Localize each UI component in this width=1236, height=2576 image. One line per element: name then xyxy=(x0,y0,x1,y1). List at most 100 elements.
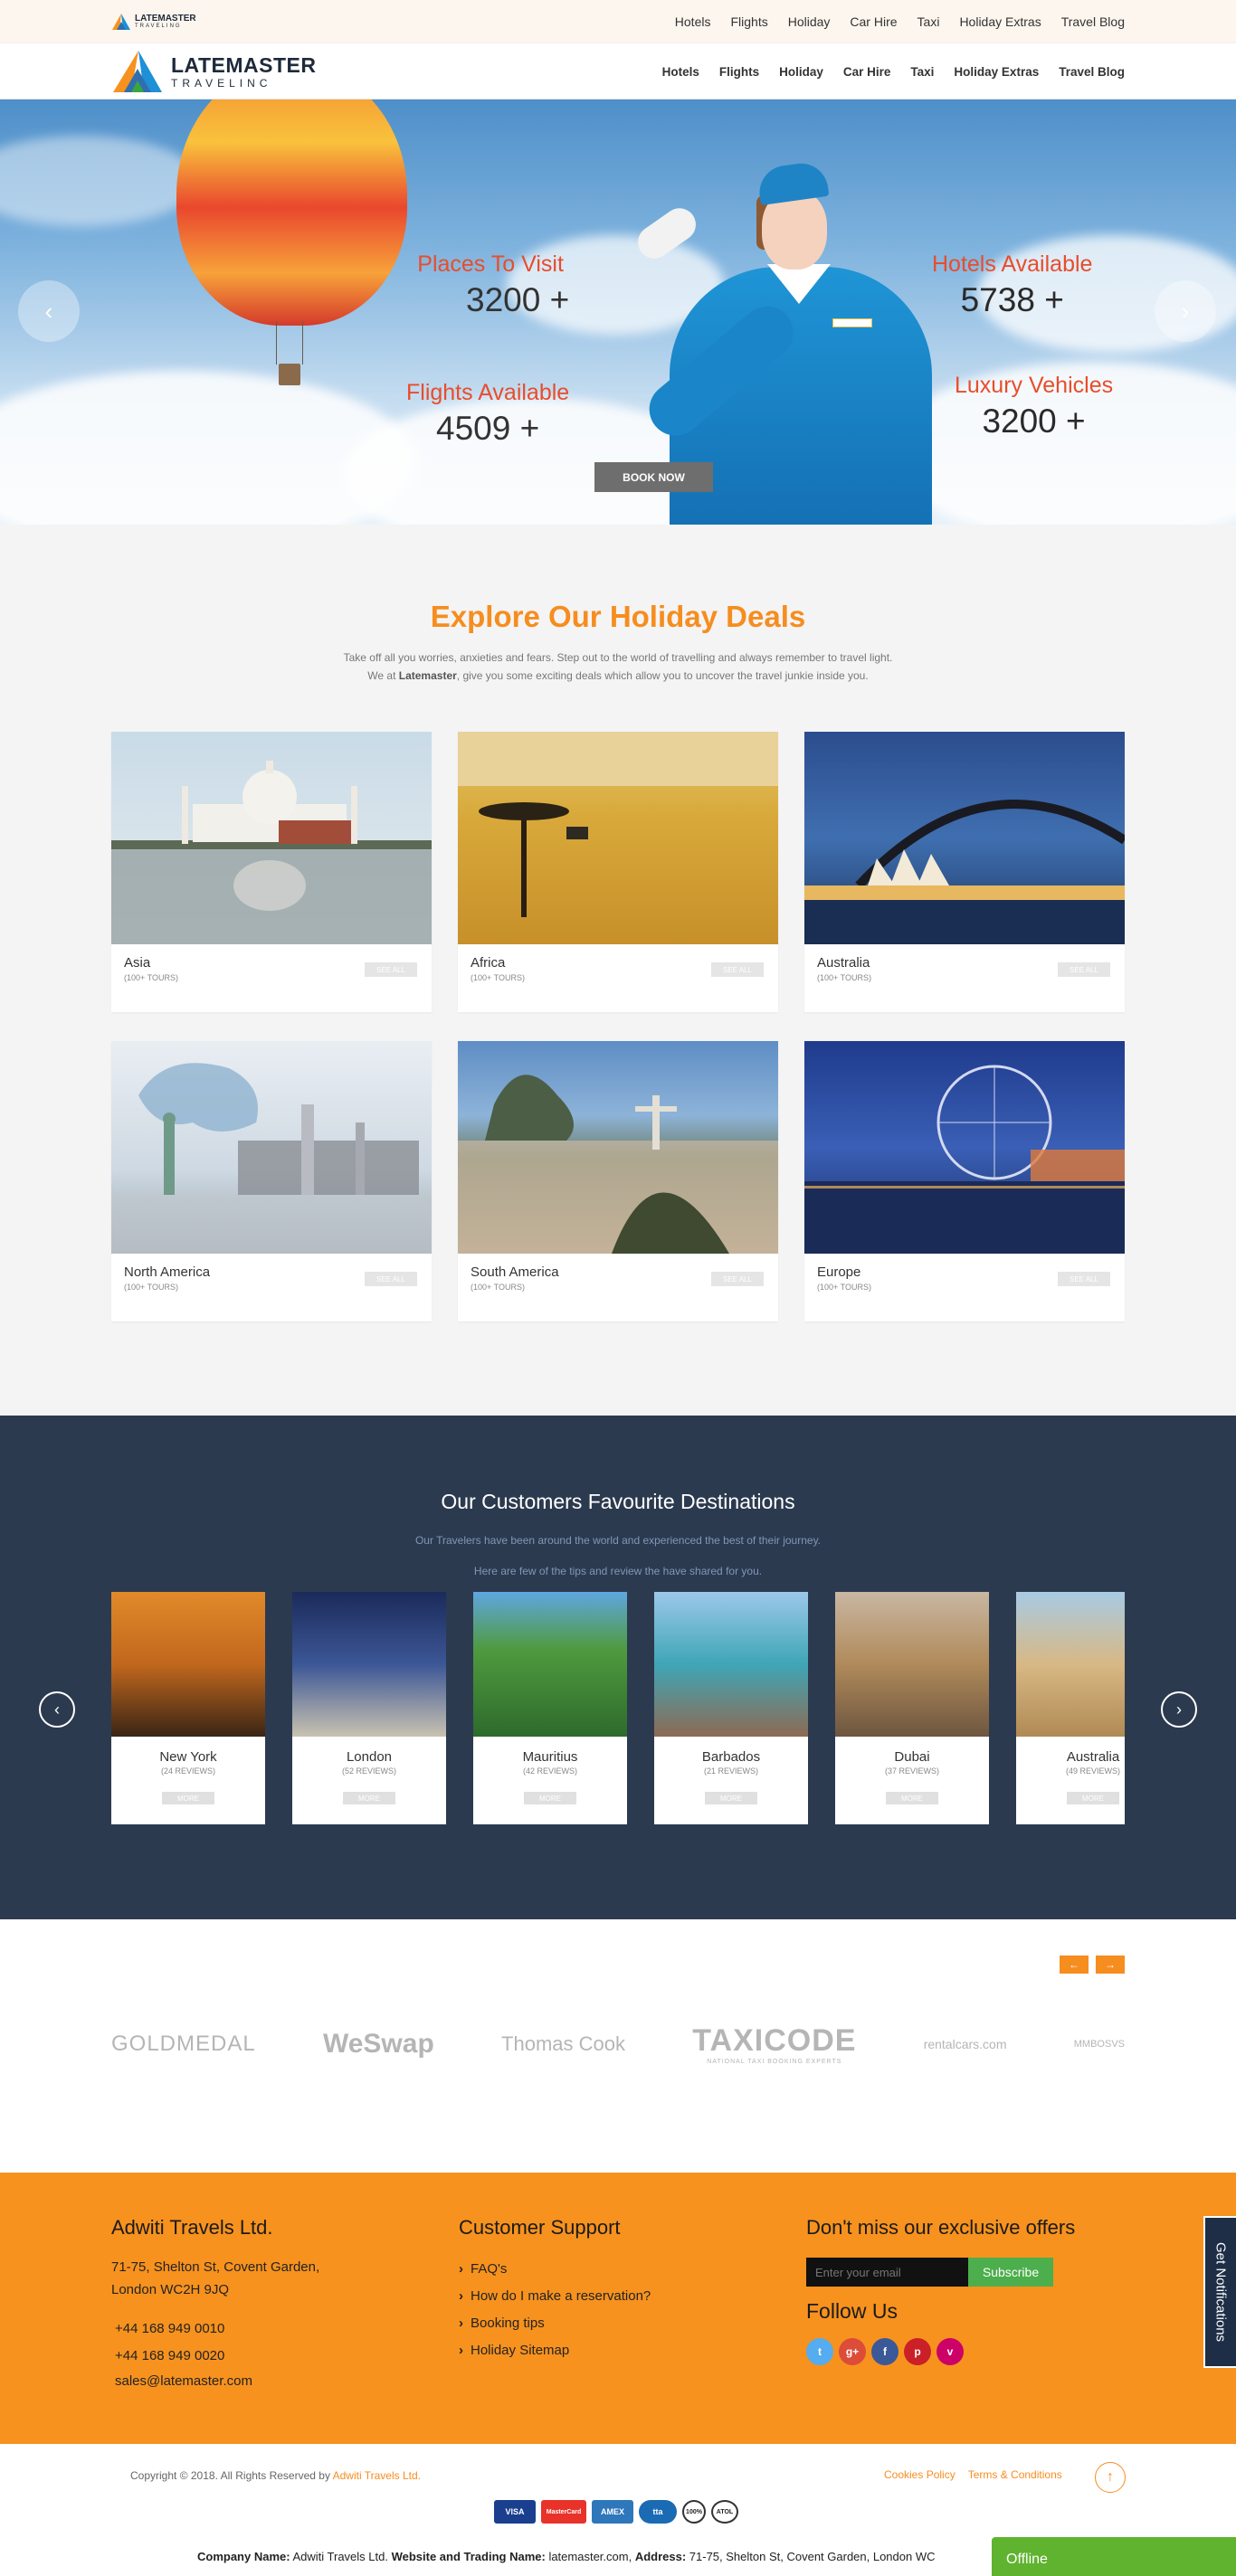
nav-car-hire[interactable]: Car Hire xyxy=(850,14,897,29)
more-button[interactable]: MORE xyxy=(162,1792,214,1804)
main-nav: Hotels Flights Holiday Car Hire Taxi Hol… xyxy=(662,65,1125,79)
see-all-button[interactable]: SEE ALL xyxy=(1058,1272,1110,1286)
deal-card-australia[interactable]: Australia (100+ TOURS) SEE ALL xyxy=(804,732,1125,1012)
more-button[interactable]: MORE xyxy=(524,1792,576,1804)
support-link-reservation[interactable]: How do I make a reservation? xyxy=(459,2283,806,2310)
nav-taxi[interactable]: Taxi xyxy=(917,14,940,29)
brand-sub: TRAVELING xyxy=(135,24,182,29)
more-button[interactable]: MORE xyxy=(343,1792,395,1804)
visa-logo: VISA xyxy=(494,2500,536,2524)
nav-hotels[interactable]: Hotels xyxy=(662,65,699,79)
more-button[interactable]: MORE xyxy=(705,1792,757,1804)
nav-taxi[interactable]: Taxi xyxy=(910,65,934,79)
fav-name: London xyxy=(346,1749,393,1765)
footer-offers-title: Don't miss our exclusive offers xyxy=(806,2216,1076,2239)
chevron-left-icon: ‹ xyxy=(44,297,53,325)
nav-holiday-extras[interactable]: Holiday Extras xyxy=(954,65,1039,79)
copyright: Copyright © 2018. All Rights Reserved by… xyxy=(130,2469,421,2482)
partner-next-button[interactable]: → xyxy=(1096,1956,1125,1974)
stat-label: Hotels Available xyxy=(932,251,1093,277)
favs-next-button[interactable]: › xyxy=(1161,1691,1197,1728)
deal-card-africa[interactable]: Africa (100+ TOURS) SEE ALL xyxy=(458,732,778,1012)
favs-subtitle-2: Here are few of the tips and review the … xyxy=(473,1565,763,1577)
nav-travel-blog[interactable]: Travel Blog xyxy=(1061,14,1125,29)
pinterest-icon[interactable]: p xyxy=(904,2338,931,2365)
fav-card-mauritius[interactable]: Mauritius (42 REVIEWS) MORE xyxy=(473,1592,627,1824)
nav-hotels[interactable]: Hotels xyxy=(675,14,711,29)
favs-subtitle-1: Our Travelers have been around the world… xyxy=(414,1534,822,1547)
favourite-destinations-section: Our Customers Favourite Destinations Our… xyxy=(0,1416,1236,1919)
partner-prev-button[interactable]: ← xyxy=(1060,1956,1089,1974)
fav-card-australia[interactable]: Australia (49 REVIEWS) MORE xyxy=(1016,1592,1125,1824)
see-all-button[interactable]: SEE ALL xyxy=(365,962,417,977)
see-all-button[interactable]: SEE ALL xyxy=(711,1272,764,1286)
see-all-button[interactable]: SEE ALL xyxy=(711,962,764,977)
deal-image-north-america xyxy=(111,1041,432,1254)
more-button[interactable]: MORE xyxy=(886,1792,938,1804)
cookies-policy-link[interactable]: Cookies Policy xyxy=(884,2468,956,2481)
nav-holiday[interactable]: Holiday xyxy=(788,14,831,29)
logo[interactable]: LATEMASTER TRAVELINC xyxy=(111,49,316,94)
nav-flights[interactable]: Flights xyxy=(730,14,767,29)
favs-prev-button[interactable]: ‹ xyxy=(39,1691,75,1728)
nav-car-hire[interactable]: Car Hire xyxy=(843,65,891,79)
fav-card-new-york[interactable]: New York (24 REVIEWS) MORE xyxy=(111,1592,265,1824)
deal-card-europe[interactable]: Europe (100+ TOURS) SEE ALL xyxy=(804,1041,1125,1321)
vimeo-icon[interactable]: v xyxy=(937,2338,964,2365)
support-link-faq[interactable]: FAQ's xyxy=(459,2256,806,2283)
top-strip: LATEMASTER TRAVELING Hotels Flights Holi… xyxy=(0,0,1236,43)
twitter-icon[interactable]: t xyxy=(806,2338,833,2365)
company-link[interactable]: Adwiti Travels Ltd. xyxy=(333,2469,421,2482)
fav-name: Barbados xyxy=(701,1749,761,1765)
deal-card-south-america[interactable]: South America (100+ TOURS) SEE ALL xyxy=(458,1041,778,1321)
terms-link[interactable]: Terms & Conditions xyxy=(968,2468,1062,2481)
partner-logo-taxicode: TAXICODE NATIONAL TAXI BOOKING EXPERTS xyxy=(692,2023,857,2065)
partners-section: ← → GOLDMEDAL WeSwap Thomas Cook TAXICOD… xyxy=(0,1919,1236,2173)
google-plus-icon[interactable]: g+ xyxy=(839,2338,866,2365)
nav-flights[interactable]: Flights xyxy=(719,65,759,79)
fav-card-dubai[interactable]: Dubai (37 REVIEWS) MORE xyxy=(835,1592,989,1824)
holiday-deals-section: Explore Our Holiday Deals Take off all y… xyxy=(0,525,1236,1416)
partner-logo: WeSwap xyxy=(322,2029,434,2059)
deal-image-australia xyxy=(804,732,1125,944)
partner-logos: GOLDMEDAL WeSwap Thomas Cook TAXICODE NA… xyxy=(111,2017,1125,2071)
nav-holiday-extras[interactable]: Holiday Extras xyxy=(959,14,1041,29)
back-to-top-button[interactable]: ↑ xyxy=(1095,2462,1126,2493)
deal-card-north-america[interactable]: North America (100+ TOURS) SEE ALL xyxy=(111,1041,432,1321)
amex-logo: AMEX xyxy=(592,2500,633,2524)
more-button[interactable]: MORE xyxy=(1067,1792,1119,1804)
partner-logo: Thomas Cook xyxy=(501,2032,625,2055)
hero-prev-button[interactable]: ‹ xyxy=(18,280,80,342)
deal-card-asia[interactable]: Asia (100+ TOURS) SEE ALL xyxy=(111,732,432,1012)
company-details: Company Name: Adwiti Travels Ltd. Websit… xyxy=(197,2550,936,2563)
newsletter-email-input[interactable] xyxy=(806,2258,968,2287)
subscribe-button[interactable]: Subscribe xyxy=(968,2258,1053,2287)
stat-label: Flights Available xyxy=(406,380,570,405)
support-link-booking-tips[interactable]: Booking tips xyxy=(459,2310,806,2337)
nav-holiday[interactable]: Holiday xyxy=(779,65,823,79)
stat-hotels: Hotels Available 5738 + xyxy=(932,251,1092,319)
stat-places: Places To Visit 3200 + xyxy=(412,251,569,319)
facebook-icon[interactable]: f xyxy=(871,2338,898,2365)
offline-chat-widget[interactable]: Offline xyxy=(992,2537,1236,2576)
support-link-sitemap[interactable]: Holiday Sitemap xyxy=(459,2337,806,2364)
fav-image xyxy=(473,1592,627,1737)
book-now-button[interactable]: BOOK NOW xyxy=(594,462,713,492)
top-nav: Hotels Flights Holiday Car Hire Taxi Hol… xyxy=(675,14,1125,29)
partner-logo: GOLDMEDAL xyxy=(111,2031,256,2056)
email-link[interactable]: sales@latemaster.com xyxy=(115,2370,459,2393)
logo-small[interactable]: LATEMASTER TRAVELING xyxy=(111,13,196,31)
footer-address: 71-75, Shelton St, Covent Garden, London… xyxy=(111,2259,320,2297)
get-notifications-tab[interactable]: Get Notifications xyxy=(1203,2216,1236,2368)
logo-icon xyxy=(112,14,130,30)
fav-reviews: (49 REVIEWS) xyxy=(1065,1766,1120,1776)
phone-2[interactable]: +44 168 949 0020 xyxy=(115,2343,459,2370)
hero-next-button[interactable]: › xyxy=(1155,280,1216,342)
fav-card-barbados[interactable]: Barbados (21 REVIEWS) MORE xyxy=(654,1592,808,1824)
phone-1[interactable]: +44 168 949 0010 xyxy=(115,2316,459,2343)
nav-travel-blog[interactable]: Travel Blog xyxy=(1059,65,1125,79)
fav-card-london[interactable]: London (52 REVIEWS) MORE xyxy=(292,1592,446,1824)
see-all-button[interactable]: SEE ALL xyxy=(365,1272,417,1286)
see-all-button[interactable]: SEE ALL xyxy=(1058,962,1110,977)
fav-name: Dubai xyxy=(894,1749,930,1765)
